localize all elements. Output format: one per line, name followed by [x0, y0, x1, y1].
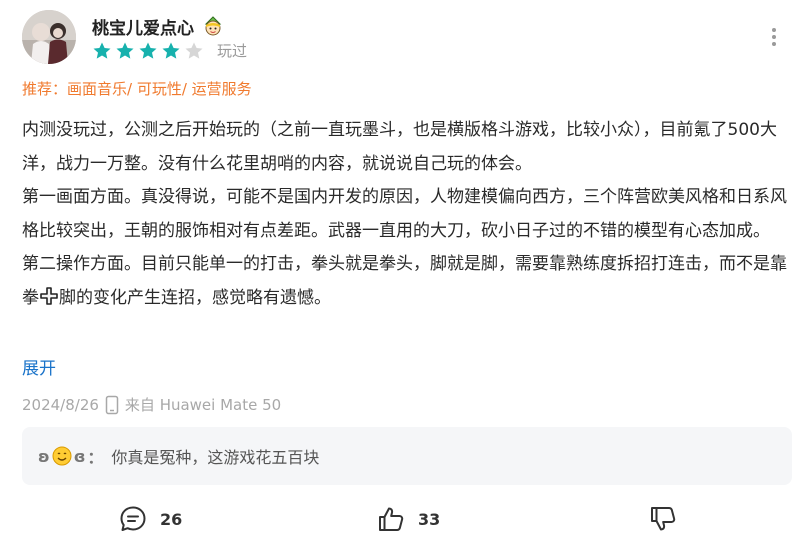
star-filled-icon	[139, 42, 157, 59]
plus-icon	[40, 284, 58, 305]
played-status: 玩过	[217, 42, 248, 60]
phone-icon	[105, 395, 119, 414]
avatar[interactable]	[22, 10, 76, 64]
review-paragraph: 内测没玩过，公测之后开始玩的（之前一直玩墨斗，也是横版格斗游戏，比较小众），目前…	[22, 120, 777, 174]
review-paragraph: 第二操作方面。目前只能单一的打击，拳头就是拳头，脚就是脚，需要靠熟练度拆招打连击…	[22, 248, 790, 315]
reply-text: 你真是冤种，这游戏花五百块	[111, 448, 320, 467]
thumbs-up-icon	[379, 507, 404, 531]
review-meta: 2024/8/26 来自 Huawei Mate 50	[22, 394, 281, 415]
comment-icon	[120, 506, 146, 531]
review-paragraph-part: 脚的变化产生连招，感觉略有遗憾。	[59, 287, 331, 308]
comment-count: 26	[160, 509, 183, 529]
username[interactable]: 桃宝儿爱点心	[92, 14, 224, 39]
star-filled-icon	[162, 42, 180, 59]
more-options-icon[interactable]	[764, 26, 784, 48]
reply-preview[interactable]: ʚ ɞ ： 你真是冤种，这游戏花五百块	[22, 427, 792, 485]
star-filled-icon	[93, 42, 111, 59]
like-count: 33	[418, 509, 441, 529]
recommend-tags: 推荐：画面音乐/ 可玩性/ 运营服务	[22, 80, 252, 98]
comment-button[interactable]: 26	[118, 504, 182, 534]
reply-author-prefix: ʚ	[38, 446, 50, 466]
review-text: 内测没玩过，公测之后开始玩的（之前一直玩墨斗，也是横版格斗游戏，比较小众），目前…	[22, 114, 790, 316]
reply-author-suffix: ɞ	[73, 446, 86, 466]
reply-author[interactable]: ʚ ɞ ：	[38, 444, 103, 468]
review-device: 来自 Huawei Mate 50	[124, 396, 282, 414]
smiling-face-icon	[52, 446, 72, 466]
thumbs-down-icon	[651, 507, 676, 531]
reply-colon: ：	[87, 448, 104, 467]
dislike-button[interactable]	[648, 504, 678, 534]
action-bar: 26 33	[0, 504, 800, 544]
star-empty-icon	[185, 42, 203, 59]
username-text[interactable]: 桃宝儿爱点心	[92, 14, 194, 39]
character-badge-icon	[202, 15, 224, 38]
rating-stars: 玩过	[92, 40, 247, 61]
review-paragraph: 第一画面方面。真没得说，可能不是国内开发的原因，人物建模偏向西方，三个阵营欧美风…	[22, 187, 787, 241]
expand-link[interactable]: 展开	[22, 354, 56, 379]
star-filled-icon	[116, 42, 134, 59]
review-date: 2024/8/26	[22, 395, 99, 414]
like-button[interactable]: 33	[376, 504, 440, 534]
